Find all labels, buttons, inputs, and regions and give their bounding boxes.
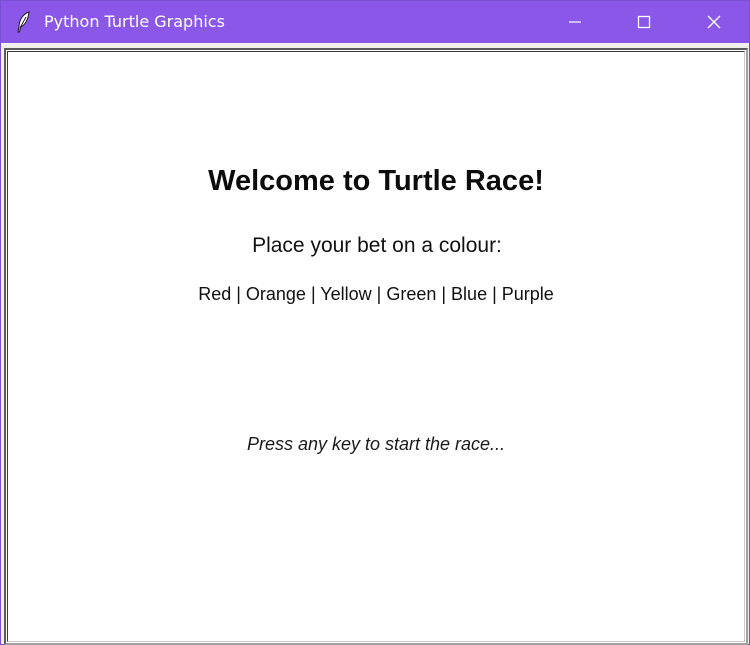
minimize-icon [569, 21, 581, 23]
bet-prompt: Place your bet on a colour: [252, 234, 502, 257]
window-title: Python Turtle Graphics [44, 12, 225, 31]
turtle-canvas[interactable]: Welcome to Turtle Race! Place your bet o… [4, 48, 748, 645]
minimize-button[interactable] [552, 1, 598, 43]
colour-options: Red | Orange | Yellow | Green | Blue | P… [198, 284, 554, 304]
close-button[interactable] [691, 1, 737, 43]
welcome-heading: Welcome to Turtle Race! [208, 165, 544, 197]
canvas-surface [7, 51, 745, 642]
start-hint: Press any key to start the race... [246, 434, 506, 454]
close-icon [707, 15, 721, 29]
feather-icon [17, 11, 30, 33]
title-bar[interactable]: Python Turtle Graphics [1, 1, 749, 43]
maximize-icon [637, 15, 651, 29]
turtle-window: Python Turtle Graphics Welcome to Turtle… [0, 0, 750, 645]
maximize-button[interactable] [621, 1, 667, 43]
